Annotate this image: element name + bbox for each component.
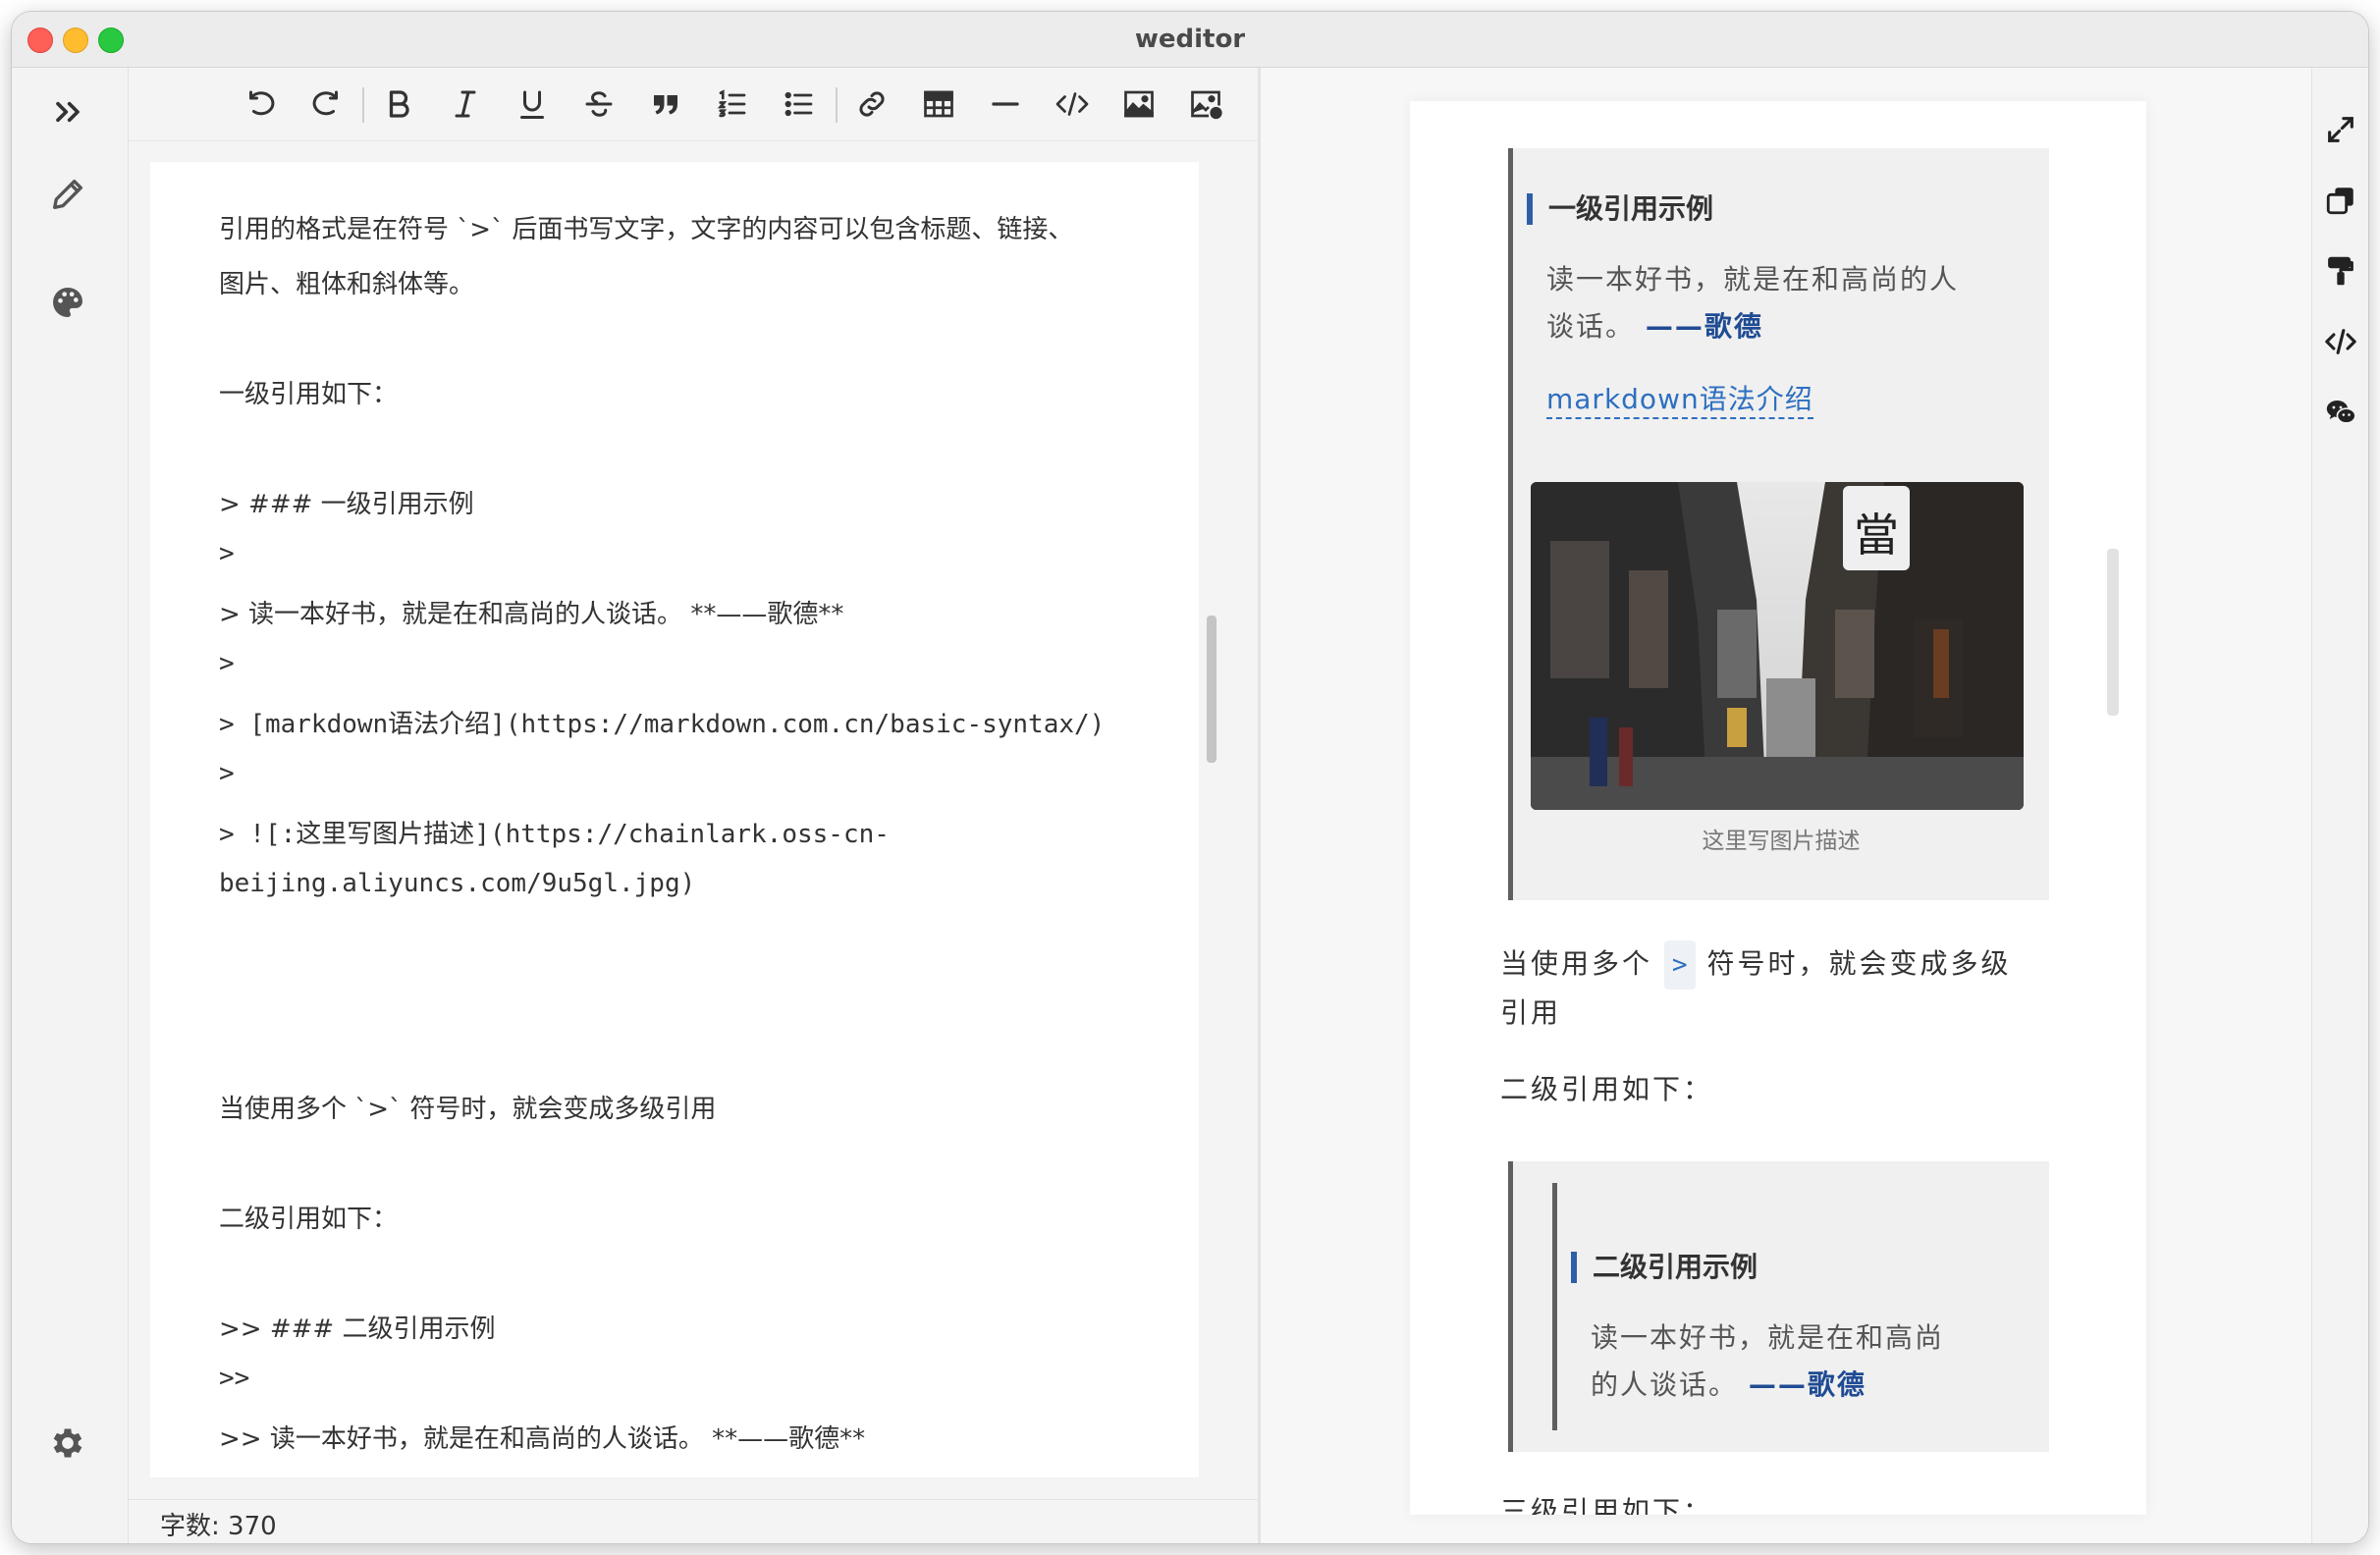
editor-line: 一级引用如下：: [219, 380, 399, 409]
quote-heading: 二级引用示例: [1571, 1252, 1758, 1283]
preview-document: 一级引用示例 读一本好书，就是在和高尚的人 谈话。 ——歌德 markdown语…: [1410, 101, 2146, 1515]
horizontal-rule-icon[interactable]: [983, 81, 1028, 127]
palette-icon[interactable]: [45, 280, 90, 325]
quote-heading: 一级引用示例: [1527, 193, 1713, 225]
link-icon[interactable]: [849, 81, 894, 127]
ordered-list-icon[interactable]: [710, 81, 755, 127]
image-icon[interactable]: [1116, 81, 1162, 127]
blockquote-level1: 一级引用示例 读一本好书，就是在和高尚的人 谈话。 ——歌德 markdown语…: [1508, 148, 2049, 900]
editor-line: 当使用多个 `>` 符号时，就会变成多级引用: [219, 1095, 717, 1124]
inline-code: >: [1663, 940, 1696, 990]
editor-toolbar: [129, 68, 1258, 141]
editor-line: 引用的格式是在符号 `>` 后面书写文字，文字的内容可以包含标题、链接、: [219, 215, 1074, 244]
unordered-list-icon[interactable]: [777, 81, 822, 127]
editor-line: >: [219, 539, 235, 568]
svg-text:當: 當: [1854, 509, 1899, 562]
quote-text: 的人谈话。 ——歌德: [1591, 1368, 1866, 1401]
gear-icon[interactable]: [45, 1421, 90, 1466]
editor-line: > ![:这里写图片描述](https://chainlark.oss-cn-: [219, 820, 890, 849]
quote-author: ——歌德: [1748, 1368, 1866, 1401]
paragraph-partial: 三级引用如下：: [1500, 1495, 1714, 1515]
markdown-syntax-link[interactable]: markdown语法介绍: [1546, 382, 1813, 419]
copy-icon[interactable]: [2320, 180, 2361, 221]
editor-line: 二级引用如下：: [219, 1205, 399, 1234]
preview-panel: 一级引用示例 读一本好书，就是在和高尚的人 谈话。 ——歌德 markdown语…: [1261, 68, 2311, 1543]
quote-text: 读一本好书，就是在和高尚的人: [1546, 263, 1960, 295]
street-photo: 當: [1531, 482, 2024, 810]
editor-panel: 引用的格式是在符号 `>` 后面书写文字，文字的内容可以包含标题、链接、 图片、…: [129, 68, 1258, 1543]
image-caption: 这里写图片描述: [1702, 829, 1861, 854]
code-icon[interactable]: [1050, 81, 1095, 127]
title-bar: weditor: [12, 12, 2368, 68]
fullscreen-icon[interactable]: [2320, 109, 2361, 150]
underline-icon[interactable]: [510, 81, 555, 127]
pencil-icon[interactable]: [45, 172, 90, 217]
preview-scrollbar-thumb[interactable]: [2107, 549, 2119, 716]
quote-text: 谈话。 ——歌德: [1546, 310, 1763, 343]
quote-icon[interactable]: [643, 81, 688, 127]
undo-icon[interactable]: [239, 81, 284, 127]
left-rail: [12, 68, 129, 1543]
wechat-icon[interactable]: [2320, 392, 2361, 433]
window-title: weditor: [1134, 25, 1246, 54]
code-view-icon[interactable]: [2320, 321, 2361, 362]
double-chevron-right-icon[interactable]: [45, 89, 90, 134]
editor-line: >>: [219, 1364, 250, 1393]
status-bar: 字数: 370: [129, 1499, 1258, 1543]
editor-scrollbar-thumb[interactable]: [1207, 616, 1217, 763]
quote-text: 读一本好书，就是在和高尚: [1591, 1321, 1945, 1354]
editor-line: >> ### 二级引用示例: [219, 1314, 496, 1344]
editor-line: >> 读一本好书，就是在和高尚的人谈话。 **——歌德**: [219, 1424, 866, 1454]
format-painter-icon[interactable]: [2320, 250, 2361, 292]
markdown-editor[interactable]: 引用的格式是在符号 `>` 后面书写文字，文字的内容可以包含标题、链接、 图片、…: [150, 162, 1199, 1477]
bold-icon[interactable]: [376, 81, 421, 127]
toolbar-separator: [836, 87, 838, 123]
word-count: 字数: 370: [160, 1512, 277, 1541]
quote-author: ——歌德: [1645, 310, 1763, 343]
editor-line: > ### 一级引用示例: [219, 490, 474, 519]
editor-line: beijing.aliyuncs.com/9u5gl.jpg): [219, 869, 696, 898]
editor-line: >: [219, 649, 235, 678]
italic-icon[interactable]: [443, 81, 488, 127]
blockquote-level2-outer: 二级引用示例 读一本好书，就是在和高尚 的人谈话。 ——歌德: [1508, 1161, 2049, 1452]
paragraph: 当使用多个 > 符号时，就会变成多级: [1500, 939, 2012, 990]
right-rail: [2311, 68, 2368, 1543]
editor-scrollbar[interactable]: [1205, 162, 1218, 1477]
paragraph-continuation: 引用: [1500, 996, 1562, 1029]
strikethrough-icon[interactable]: [576, 81, 622, 127]
paragraph: 二级引用如下：: [1500, 1073, 1714, 1105]
redo-icon[interactable]: [303, 81, 349, 127]
image-upload-icon[interactable]: [1183, 81, 1228, 127]
editor-line: >: [219, 759, 235, 788]
table-icon[interactable]: [916, 81, 961, 127]
blockquote-level2-inner: 二级引用示例 读一本好书，就是在和高尚 的人谈话。 ——歌德: [1552, 1183, 2038, 1430]
editor-line: > 读一本好书，就是在和高尚的人谈话。 **——歌德**: [219, 600, 844, 629]
editor-line: > [markdown语法介绍](https://markdown.com.cn…: [219, 710, 1106, 739]
editor-line: 图片、粗体和斜体等。: [219, 270, 475, 299]
app-window: weditor 引用的格式是在符号 `>` 后面书写文字，文字的内容可以包含标题…: [12, 12, 2368, 1543]
toolbar-separator: [362, 87, 364, 123]
